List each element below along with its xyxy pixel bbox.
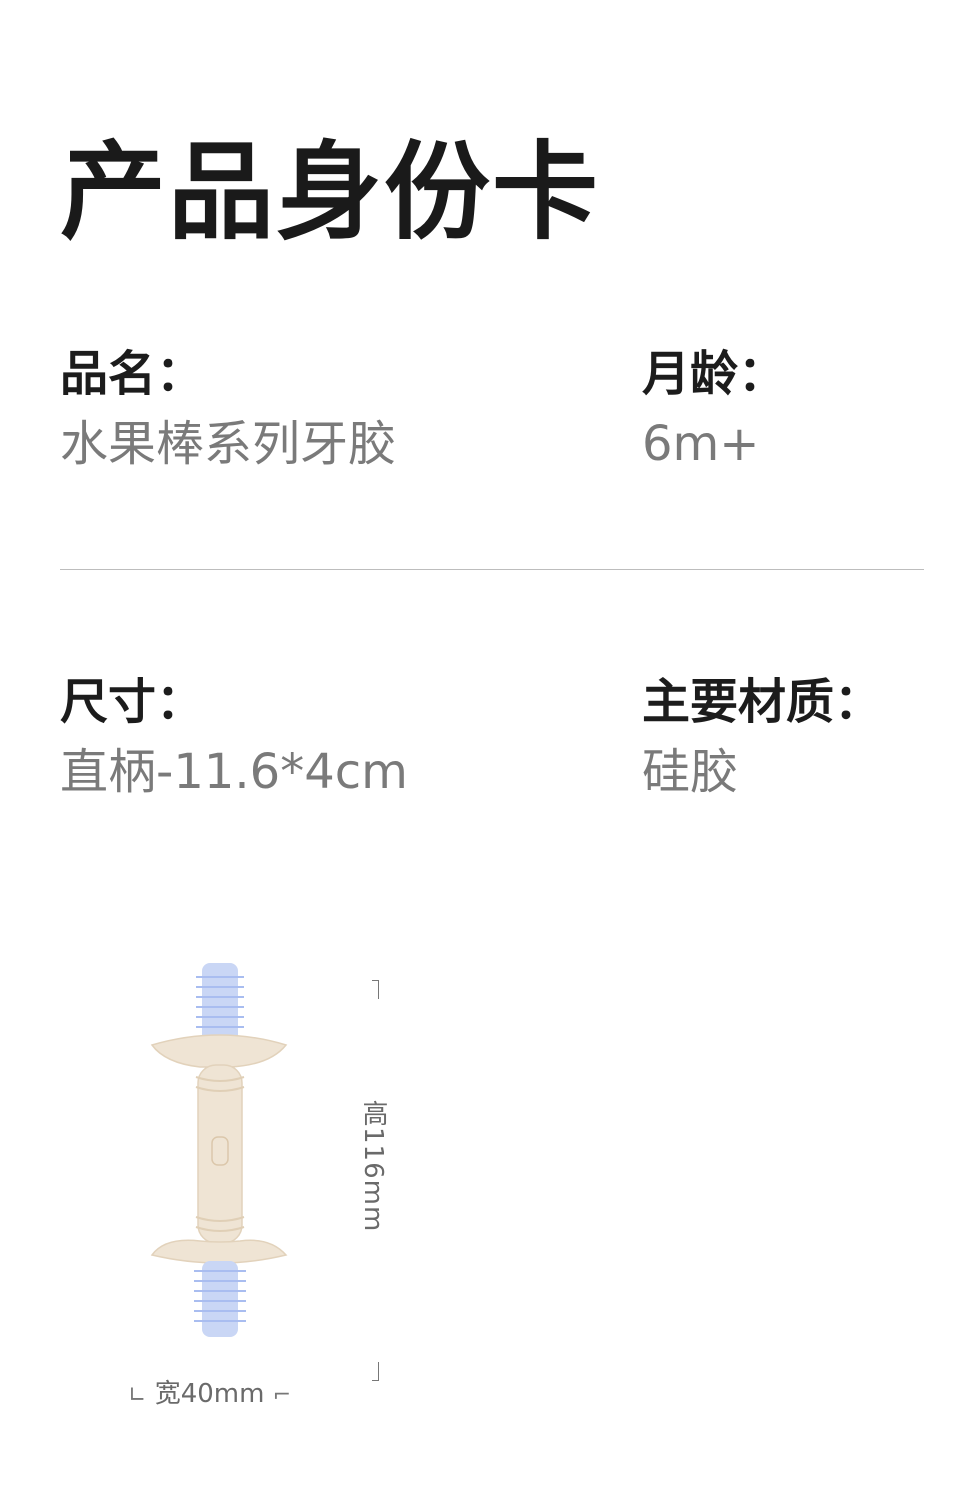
age-label: 月龄： bbox=[642, 346, 787, 402]
width-dimension: ∟ 宽40mm ⌐ bbox=[128, 1373, 291, 1410]
product-name-label: 品名： bbox=[60, 346, 205, 402]
product-name-field: 品名： 水果棒系列牙胶 bbox=[60, 350, 396, 468]
height-dimension-label: 高116mm bbox=[358, 1100, 388, 1233]
age-value: 6m+ bbox=[642, 416, 760, 472]
material-label: 主要材质： bbox=[642, 674, 883, 730]
width-bracket-left: ∟ bbox=[128, 1383, 147, 1408]
top-bristle-brush bbox=[196, 963, 244, 1045]
size-label: 尺寸： bbox=[60, 674, 205, 730]
bottom-bristle-brush bbox=[194, 1261, 246, 1337]
height-bracket-top bbox=[372, 980, 379, 999]
height-bracket-bottom bbox=[372, 1362, 379, 1381]
width-dimension-label: 宽40mm bbox=[154, 1379, 265, 1409]
width-bracket-right: ⌐ bbox=[272, 1383, 292, 1408]
page-title: 产品身份卡 bbox=[60, 131, 600, 254]
age-field: 月龄： 6m+ bbox=[642, 350, 786, 468]
handle bbox=[150, 1034, 288, 1264]
size-value: 直柄-11.6*4cm bbox=[60, 744, 408, 800]
product-name-value: 水果棒系列牙胶 bbox=[60, 416, 397, 472]
material-field: 主要材质： 硅胶 bbox=[642, 678, 882, 796]
size-field: 尺寸： 直柄-11.6*4cm bbox=[60, 678, 408, 796]
material-value: 硅胶 bbox=[642, 744, 739, 800]
section-divider bbox=[60, 569, 924, 570]
